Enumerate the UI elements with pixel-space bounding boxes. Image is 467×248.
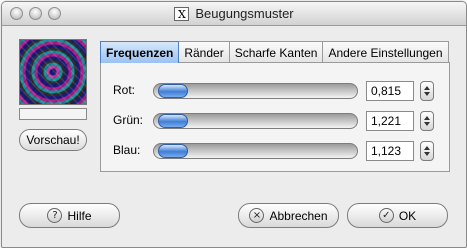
rot-value-input[interactable]: 0,815 bbox=[366, 81, 414, 101]
rot-slider-knob[interactable] bbox=[158, 84, 188, 98]
cancel-button[interactable]: × Abbrechen bbox=[238, 203, 339, 228]
gruen-value-input[interactable]: 1,221 bbox=[366, 111, 414, 131]
tab-bar: Frequenzen Ränder Scharfe Kanten Andere … bbox=[100, 41, 449, 63]
stepper-down-icon[interactable] bbox=[424, 152, 430, 156]
ok-button[interactable]: ✓ OK bbox=[347, 203, 448, 228]
stepper-up-icon[interactable] bbox=[424, 116, 430, 120]
tab-andere-einstellungen[interactable]: Andere Einstellungen bbox=[322, 41, 449, 63]
cancel-button-label: Abbrechen bbox=[269, 208, 328, 223]
blau-value-input[interactable]: 1,123 bbox=[366, 141, 414, 161]
preview-progress-bar bbox=[19, 108, 87, 120]
tab-frequenzen[interactable]: Frequenzen bbox=[100, 41, 180, 63]
stepper-down-icon[interactable] bbox=[424, 122, 430, 126]
frequenzen-panel: Rot: 0,815 Grün: 1,221 Blau: 1,123 bbox=[100, 62, 450, 172]
blau-slider-knob[interactable] bbox=[158, 144, 188, 158]
row-blau: Blau: 1,123 bbox=[101, 141, 449, 161]
blau-label: Blau: bbox=[113, 143, 141, 157]
row-rot: Rot: 0,815 bbox=[101, 81, 449, 101]
title-area: X Beugungsmuster bbox=[2, 2, 466, 25]
ok-icon: ✓ bbox=[378, 208, 394, 223]
help-button[interactable]: ? Hilfe bbox=[19, 203, 120, 228]
window-title: Beugungsmuster bbox=[195, 6, 294, 21]
gruen-slider-knob[interactable] bbox=[158, 114, 188, 128]
blau-slider[interactable] bbox=[153, 143, 358, 159]
stepper-up-icon[interactable] bbox=[424, 146, 430, 150]
blau-stepper[interactable] bbox=[420, 141, 434, 161]
help-icon: ? bbox=[47, 208, 63, 223]
preview-image bbox=[19, 39, 87, 105]
cancel-icon: × bbox=[249, 208, 265, 223]
tab-scharfe-kanten[interactable]: Scharfe Kanten bbox=[228, 41, 324, 63]
help-button-label: Hilfe bbox=[67, 208, 92, 223]
stepper-down-icon[interactable] bbox=[424, 92, 430, 96]
gruen-slider[interactable] bbox=[153, 113, 358, 129]
row-gruen: Grün: 1,221 bbox=[101, 111, 449, 131]
preview-button[interactable]: Vorschau! bbox=[19, 129, 87, 151]
x11-app-icon: X bbox=[174, 6, 190, 21]
dialog-window: X Beugungsmuster Vorschau! Frequenzen Rä… bbox=[1, 1, 467, 248]
rot-label: Rot: bbox=[113, 83, 136, 97]
rot-slider[interactable] bbox=[153, 83, 358, 99]
tab-raender[interactable]: Ränder bbox=[178, 41, 230, 63]
stepper-up-icon[interactable] bbox=[424, 86, 430, 90]
title-bar[interactable]: X Beugungsmuster bbox=[2, 2, 466, 26]
gruen-label: Grün: bbox=[113, 113, 144, 127]
gruen-stepper[interactable] bbox=[420, 111, 434, 131]
rot-stepper[interactable] bbox=[420, 81, 434, 101]
ok-button-label: OK bbox=[398, 208, 417, 223]
